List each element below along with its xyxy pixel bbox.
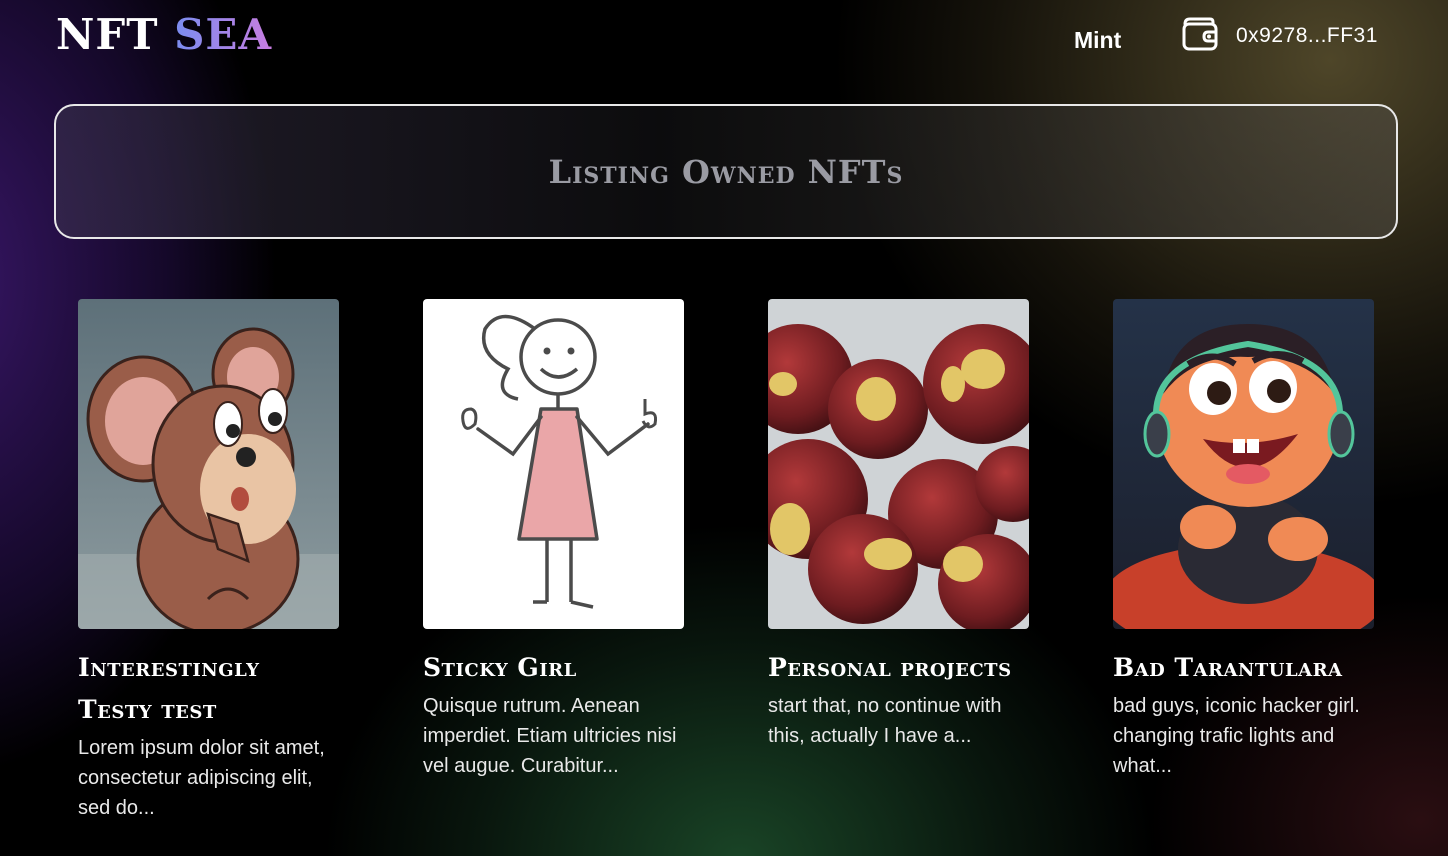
nft-description: bad guys, iconic hacker girl. changing t… [1113,695,1360,777]
wallet-address: 0x9278...FF31 [1236,24,1378,47]
nft-title[interactable]: Bad Tarantulara [1113,647,1375,689]
listing-banner: Listing Owned NFTs [54,104,1398,239]
hacker-girl-cartoon-image[interactable] [1113,299,1374,629]
logo-text-nft: NFT [56,10,159,59]
cartoon-mouse-image[interactable] [78,299,339,629]
site-logo[interactable]: NFT SEA [56,10,272,59]
nft-title[interactable]: Interestingly Testy test [78,647,340,731]
logo-text-sea: SEA [174,10,273,59]
nft-title[interactable]: Personal projects [768,647,1030,689]
nft-description: Lorem ipsum dolor sit amet, consectetur … [78,737,325,819]
wallet-button[interactable]: 0x9278...FF31 [1180,14,1378,58]
nft-description: start that, no continue with this, actua… [768,695,1002,747]
nft-card[interactable]: Sticky Girl Quisque rutrum. Aenean imper… [423,299,685,781]
stick-figure-girl-image[interactable] [423,299,684,629]
wallet-icon [1180,14,1220,59]
apples-image[interactable] [768,299,1029,629]
nft-card[interactable]: Bad Tarantulara bad guys, iconic hacker … [1113,299,1375,781]
nav-mint-link[interactable]: Mint [1074,27,1121,54]
page-title: Listing Owned NFTs [548,152,904,191]
nft-card[interactable]: Interestingly Testy test Lorem ipsum dol… [78,299,340,823]
nft-title[interactable]: Sticky Girl [423,647,685,689]
nft-card[interactable]: Personal projects start that, no continu… [768,299,1030,751]
nft-description: Quisque rutrum. Aenean imperdiet. Etiam … [423,695,677,777]
